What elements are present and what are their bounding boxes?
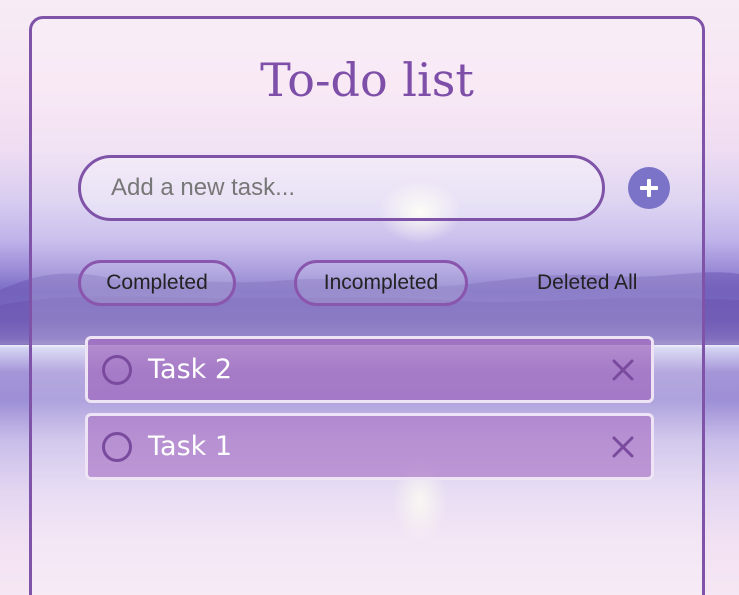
todo-card: To-do list Completed Incompleted Deleted…: [29, 16, 705, 595]
plus-icon: [640, 179, 658, 197]
add-task-button[interactable]: [628, 167, 670, 209]
page-title: To-do list: [260, 53, 474, 107]
task-list: Task 2 Task 1: [85, 336, 654, 490]
task-label: Task 1: [148, 431, 233, 462]
task-item[interactable]: Task 1: [85, 413, 654, 480]
checkbox-circle-icon[interactable]: [102, 355, 132, 385]
close-icon[interactable]: [611, 435, 635, 459]
completed-filter-button[interactable]: Completed: [78, 260, 236, 306]
delete-all-button[interactable]: Deleted All: [537, 260, 637, 306]
incompleted-filter-button[interactable]: Incompleted: [294, 260, 468, 306]
checkbox-circle-icon[interactable]: [102, 432, 132, 462]
task-label: Task 2: [148, 354, 233, 385]
new-task-input[interactable]: [78, 155, 605, 221]
task-item[interactable]: Task 2: [85, 336, 654, 403]
close-icon[interactable]: [611, 358, 635, 382]
